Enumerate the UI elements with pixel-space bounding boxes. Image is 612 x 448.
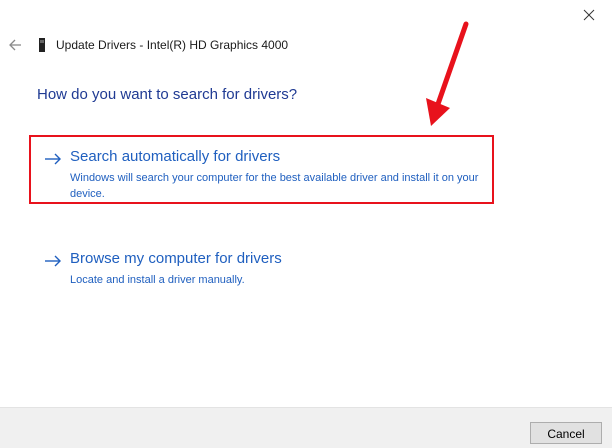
option-title: Search automatically for drivers — [70, 148, 281, 165]
option-description: Locate and install a driver manually. — [70, 274, 245, 286]
close-icon[interactable] — [580, 6, 598, 24]
browse-computer-option[interactable]: Browse my computer for drivers Locate an… — [44, 250, 494, 290]
option-description: Windows will search your computer for th… — [70, 172, 479, 200]
search-automatically-option[interactable]: Search automatically for drivers Windows… — [44, 148, 494, 202]
update-drivers-window: Update Drivers - Intel(R) HD Graphics 40… — [0, 0, 612, 448]
back-arrow-icon[interactable] — [8, 38, 22, 52]
window-title: Update Drivers - Intel(R) HD Graphics 40… — [56, 38, 289, 52]
window-header: Update Drivers - Intel(R) HD Graphics 40… — [8, 36, 288, 54]
arrow-right-icon — [45, 153, 61, 165]
arrow-right-icon — [45, 255, 61, 267]
device-icon — [39, 38, 45, 52]
cancel-button[interactable]: Cancel — [530, 422, 602, 444]
page-heading: How do you want to search for drivers? — [37, 86, 298, 103]
annotation-arrow-icon — [426, 21, 469, 126]
dialog-footer: Cancel — [0, 407, 612, 448]
option-title: Browse my computer for drivers — [70, 250, 282, 267]
